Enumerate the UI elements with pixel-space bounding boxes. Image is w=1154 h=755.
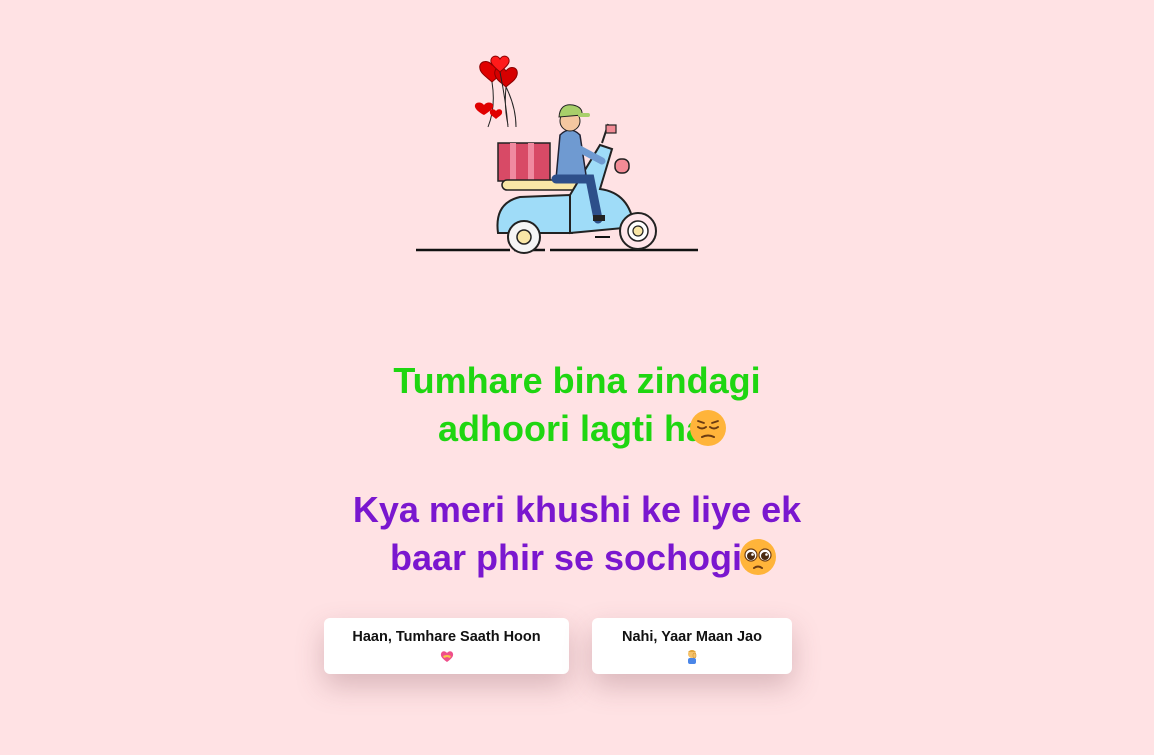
- pleading-face-emoji: [740, 539, 776, 575]
- no-button[interactable]: Nahi, Yaar Maan Jao: [592, 618, 792, 674]
- message-line-1: Tumhare bina zindagi adhoori lagti hai: [300, 357, 854, 453]
- scooter-illustration: [416, 55, 698, 254]
- yes-button-label: Haan, Tumhare Saath Hoon: [352, 629, 541, 645]
- heart-with-ribbon-icon: [440, 651, 453, 662]
- yes-button[interactable]: Haan, Tumhare Saath Hoon: [324, 618, 569, 674]
- person-facepalming-icon: [688, 650, 697, 664]
- pensive-face-emoji: [690, 410, 726, 446]
- no-button-label: Nahi, Yaar Maan Jao: [622, 629, 762, 645]
- choice-buttons: Haan, Tumhare Saath Hoon Nahi, Yaar Maan…: [0, 618, 1154, 674]
- heart-balloons-icon: [474, 55, 518, 128]
